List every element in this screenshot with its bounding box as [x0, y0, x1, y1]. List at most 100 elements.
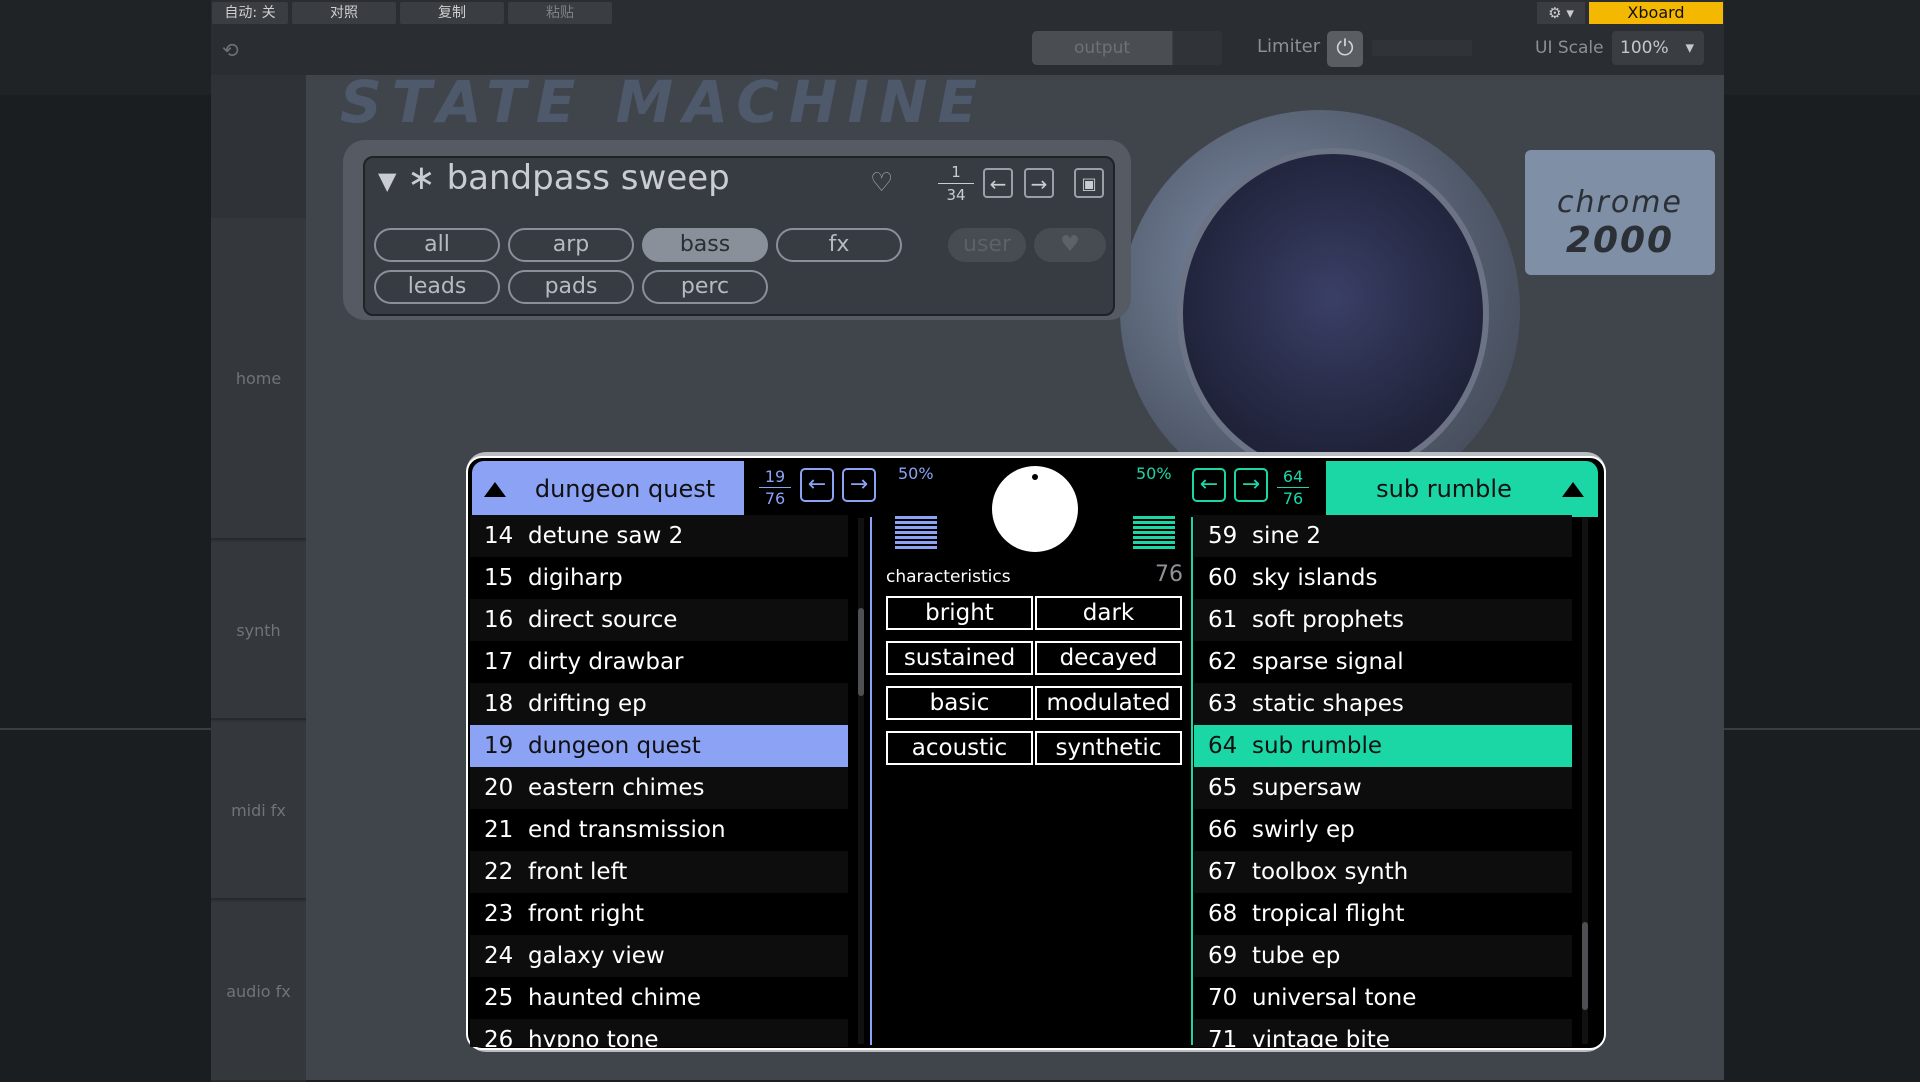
prev-preset-arrow-left-icon[interactable]: ← [983, 168, 1013, 198]
list-item[interactable]: 66 swirly ep [1194, 809, 1572, 851]
list-item-number: 21 [484, 817, 514, 843]
list-item[interactable]: 70 universal tone [1194, 977, 1572, 1019]
list-item-number: 71 [1208, 1027, 1238, 1047]
left-scroll-thumb[interactable] [858, 608, 864, 696]
list-item[interactable]: 22 front left [470, 851, 848, 893]
chevron-down-icon: ▼ [378, 167, 397, 195]
filter-heart-icon[interactable]: ♥ [1034, 228, 1106, 262]
preset-name[interactable]: ▼ ∗ bandpass sweep [378, 158, 730, 198]
list-item-number: 20 [484, 775, 514, 801]
list-item[interactable]: 25 haunted chime [470, 977, 848, 1019]
left-prev-arrow-left-icon[interactable]: ← [800, 468, 834, 502]
list-item[interactable]: 26 hypno tone [470, 1019, 848, 1047]
list-item-name: toolbox synth [1252, 859, 1409, 885]
morph-knob[interactable] [992, 466, 1078, 552]
char-acoustic-button[interactable]: acoustic [886, 731, 1033, 765]
outer-divider [1724, 728, 1920, 730]
category-fx[interactable]: fx [776, 228, 902, 262]
right-counter: 64 76 [1275, 467, 1311, 508]
right-preset-list[interactable]: 59 sine 2 60 sky islands 61 soft prophets 62 sp… [1194, 515, 1572, 1047]
list-item[interactable]: 71 vintage bite [1194, 1019, 1572, 1047]
sidebar-item-midi-fx[interactable]: midi fx [211, 722, 306, 900]
list-item[interactable]: 17 dirty drawbar [470, 641, 848, 683]
char-decayed-button[interactable]: decayed [1035, 641, 1182, 675]
category-bass[interactable]: bass [642, 228, 768, 262]
list-item[interactable]: 23 front right [470, 893, 848, 935]
category-leads[interactable]: leads [374, 270, 500, 304]
list-item[interactable]: 69 tube ep [1194, 935, 1572, 977]
list-item-name: sparse signal [1252, 649, 1404, 675]
copy-button[interactable]: 复制 [400, 2, 504, 24]
paste-button[interactable]: 粘贴 [508, 2, 612, 24]
list-item[interactable]: 20 eastern chimes [470, 767, 848, 809]
list-item-name: universal tone [1252, 985, 1417, 1011]
char-modulated-button[interactable]: modulated [1035, 686, 1182, 720]
left-preset-header[interactable]: dungeon quest [472, 461, 744, 517]
left-preset-list[interactable]: 14 detune saw 2 15 digiharp 16 direct source 1… [470, 515, 848, 1047]
sidebar-item-home[interactable]: home [211, 218, 306, 540]
list-item[interactable]: 59 sine 2 [1194, 515, 1572, 557]
right-preset-header[interactable]: sub rumble [1326, 461, 1598, 517]
ui-scale-select[interactable]: 100% ▾ [1612, 31, 1704, 65]
list-item[interactable]: 65 supersaw [1194, 767, 1572, 809]
category-pads[interactable]: pads [508, 270, 634, 304]
right-next-arrow-right-icon[interactable]: → [1234, 468, 1268, 502]
left-scrollbar[interactable] [858, 518, 864, 1044]
list-item[interactable]: 64 sub rumble [1194, 725, 1572, 767]
next-preset-arrow-right-icon[interactable]: → [1024, 168, 1054, 198]
right-scroll-thumb[interactable] [1582, 922, 1588, 1010]
ui-scale-value: 100% [1620, 38, 1669, 58]
heart-icon[interactable]: ♡ [870, 168, 893, 198]
left-stack-lines-icon [895, 516, 937, 549]
list-item[interactable]: 24 galaxy view [470, 935, 848, 977]
list-item[interactable]: 19 dungeon quest [470, 725, 848, 767]
category-arp[interactable]: arp [508, 228, 634, 262]
auto-button[interactable]: 自动: 关 [212, 2, 288, 24]
list-item[interactable]: 21 end transmission [470, 809, 848, 851]
char-synthetic-button[interactable]: synthetic [1035, 731, 1182, 765]
list-item-name: eastern chimes [528, 775, 705, 801]
list-item[interactable]: 68 tropical flight [1194, 893, 1572, 935]
list-item[interactable]: 14 detune saw 2 [470, 515, 848, 557]
list-item[interactable]: 61 soft prophets [1194, 599, 1572, 641]
limiter-power-icon[interactable]: ⏻ [1327, 31, 1363, 67]
sidebar-item-synth[interactable]: synth [211, 542, 306, 720]
sidebar-item-audio-fx[interactable]: audio fx [211, 902, 306, 1082]
category-perc[interactable]: perc [642, 270, 768, 304]
char-dark-button[interactable]: dark [1035, 596, 1182, 630]
char-basic-button[interactable]: basic [886, 686, 1033, 720]
settings-gear-icon[interactable]: ⚙ ▾ [1537, 2, 1585, 24]
list-item[interactable]: 60 sky islands [1194, 557, 1572, 599]
asterisk-icon: ∗ [407, 158, 436, 198]
char-bright-button[interactable]: bright [886, 596, 1033, 630]
right-prev-arrow-left-icon[interactable]: ← [1192, 468, 1226, 502]
list-item-number: 61 [1208, 607, 1238, 633]
list-item-name: sine 2 [1252, 523, 1322, 549]
list-item-number: 25 [484, 985, 514, 1011]
left-list-border [870, 517, 872, 1045]
xboard-button[interactable]: Xboard [1589, 2, 1723, 24]
list-item[interactable]: 18 drifting ep [470, 683, 848, 725]
category-all[interactable]: all [374, 228, 500, 262]
plugin-title-art: STATE MACHINE [340, 68, 988, 136]
save-icon[interactable]: ▣ [1074, 168, 1104, 198]
right-scrollbar[interactable] [1582, 518, 1588, 1044]
list-item[interactable]: 62 sparse signal [1194, 641, 1572, 683]
list-item[interactable]: 15 digiharp [470, 557, 848, 599]
preset-counter: 1 34 [934, 163, 978, 204]
list-item-number: 19 [484, 733, 514, 759]
right-list-border [1191, 517, 1193, 1045]
preset-name-text: bandpass sweep [446, 158, 730, 198]
list-item-name: tube ep [1252, 943, 1341, 969]
char-sustained-button[interactable]: sustained [886, 641, 1033, 675]
list-item-name: drifting ep [528, 691, 647, 717]
list-item[interactable]: 67 toolbox synth [1194, 851, 1572, 893]
right-preset-name: sub rumble [1376, 475, 1512, 503]
output-toggle[interactable]: output [1032, 31, 1222, 65]
category-user[interactable]: user [948, 228, 1026, 262]
left-next-arrow-right-icon[interactable]: → [842, 468, 876, 502]
outer-divider [0, 728, 211, 730]
compare-button[interactable]: 对照 [292, 2, 396, 24]
list-item[interactable]: 63 static shapes [1194, 683, 1572, 725]
list-item[interactable]: 16 direct source [470, 599, 848, 641]
